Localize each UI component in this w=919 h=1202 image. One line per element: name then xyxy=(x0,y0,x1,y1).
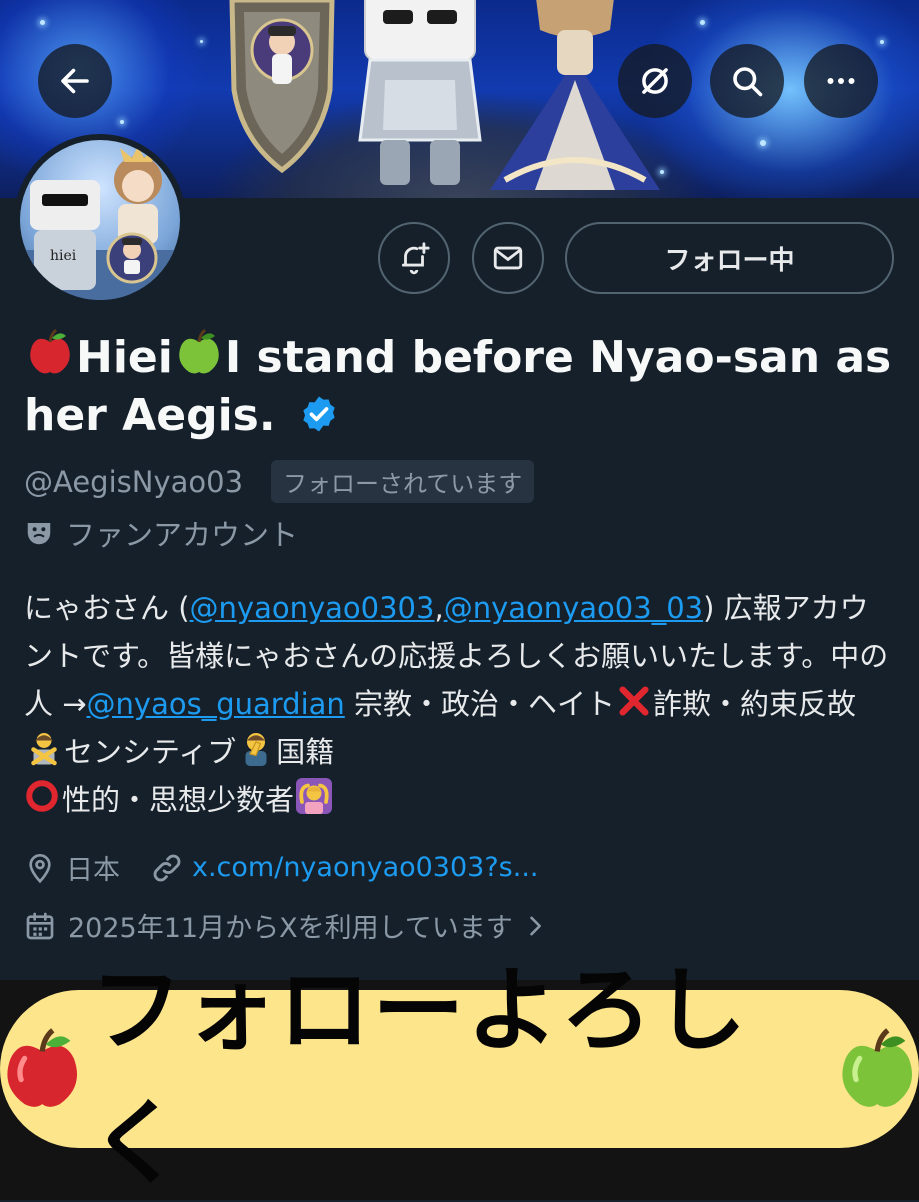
mention-link-2[interactable]: @nyaonyao03_03 xyxy=(444,591,703,625)
green-apple-icon xyxy=(179,328,219,374)
more-horizontal-icon xyxy=(827,78,855,84)
display-name: Hiei I stand before Nyao-san as her Aegi… xyxy=(24,328,904,445)
profile-avatar[interactable]: hiei xyxy=(14,134,186,306)
bio-comma: , xyxy=(434,591,444,625)
red-apple-icon xyxy=(30,328,70,374)
person-facepalming-icon xyxy=(245,733,267,766)
location-link-row: 日本 x.com/nyaonyao0303?s... xyxy=(24,848,539,887)
search-icon xyxy=(733,67,763,97)
no-translate-button[interactable] xyxy=(618,44,692,118)
promo-banner: フォローよろしく xyxy=(0,957,919,1197)
mention-link-3[interactable]: @nyaos_guardian xyxy=(87,687,345,721)
more-button[interactable] xyxy=(804,44,878,118)
hollow-red-circle-icon xyxy=(26,780,58,812)
follows-you-badge: フォローされています xyxy=(271,460,535,503)
cross-mark-icon xyxy=(619,686,649,716)
search-button[interactable] xyxy=(710,44,784,118)
following-button[interactable]: フォロー中 xyxy=(565,222,894,294)
handle-row: @AegisNyao03 フォローされています xyxy=(24,460,535,503)
account-category: ファンアカウント xyxy=(24,512,298,554)
avatar-illustration: hiei xyxy=(20,146,180,300)
location-pin-icon xyxy=(29,853,51,883)
back-button[interactable] xyxy=(38,44,112,118)
calendar-icon xyxy=(26,912,54,939)
mail-icon xyxy=(493,246,523,270)
knight-illustration xyxy=(358,0,482,185)
location-text: 日本 xyxy=(66,855,120,886)
message-button[interactable] xyxy=(472,222,544,294)
bio: にゃおさん (@nyaonyao0303,@nyaonyao03_03) 広報ア… xyxy=(24,584,894,824)
bio-text-6: 国籍 xyxy=(276,735,335,769)
red-apple-icon xyxy=(7,1028,78,1107)
circle-slash-icon xyxy=(642,68,668,94)
bio-text-7: 性的・思想少数者 xyxy=(62,783,295,817)
bio-text-4: 詐欺・約束反故 xyxy=(653,687,857,721)
bell-plus-icon xyxy=(401,242,430,275)
display-name-part-1: Hiei xyxy=(76,332,173,383)
person-gesturing-ok-icon xyxy=(296,778,333,814)
verified-badge-icon xyxy=(303,396,335,432)
category-label: ファンアカウント xyxy=(66,518,299,552)
notifications-button[interactable] xyxy=(378,222,450,294)
shield-illustration xyxy=(229,0,335,174)
avatar-caption: hiei xyxy=(50,248,77,264)
profile-website-link[interactable]: x.com/nyaonyao0303?s... xyxy=(192,852,539,883)
person-gesturing-no-icon xyxy=(31,733,57,766)
promo-text: フォローよろしく xyxy=(90,957,749,1197)
link-icon xyxy=(153,854,181,881)
handle: @AegisNyao03 xyxy=(24,464,244,499)
theater-mask-icon xyxy=(27,523,51,545)
arrow-left-icon xyxy=(61,68,89,94)
avatar-image: hiei xyxy=(20,140,180,300)
bio-text-5: センシティブ xyxy=(64,735,237,769)
bio-text-1: にゃおさん ( xyxy=(24,591,190,625)
mention-link-1[interactable]: @nyaonyao0303 xyxy=(190,591,435,625)
bio-text-3: 宗教・政治・ヘイト xyxy=(344,687,616,721)
green-apple-icon xyxy=(841,1028,912,1107)
